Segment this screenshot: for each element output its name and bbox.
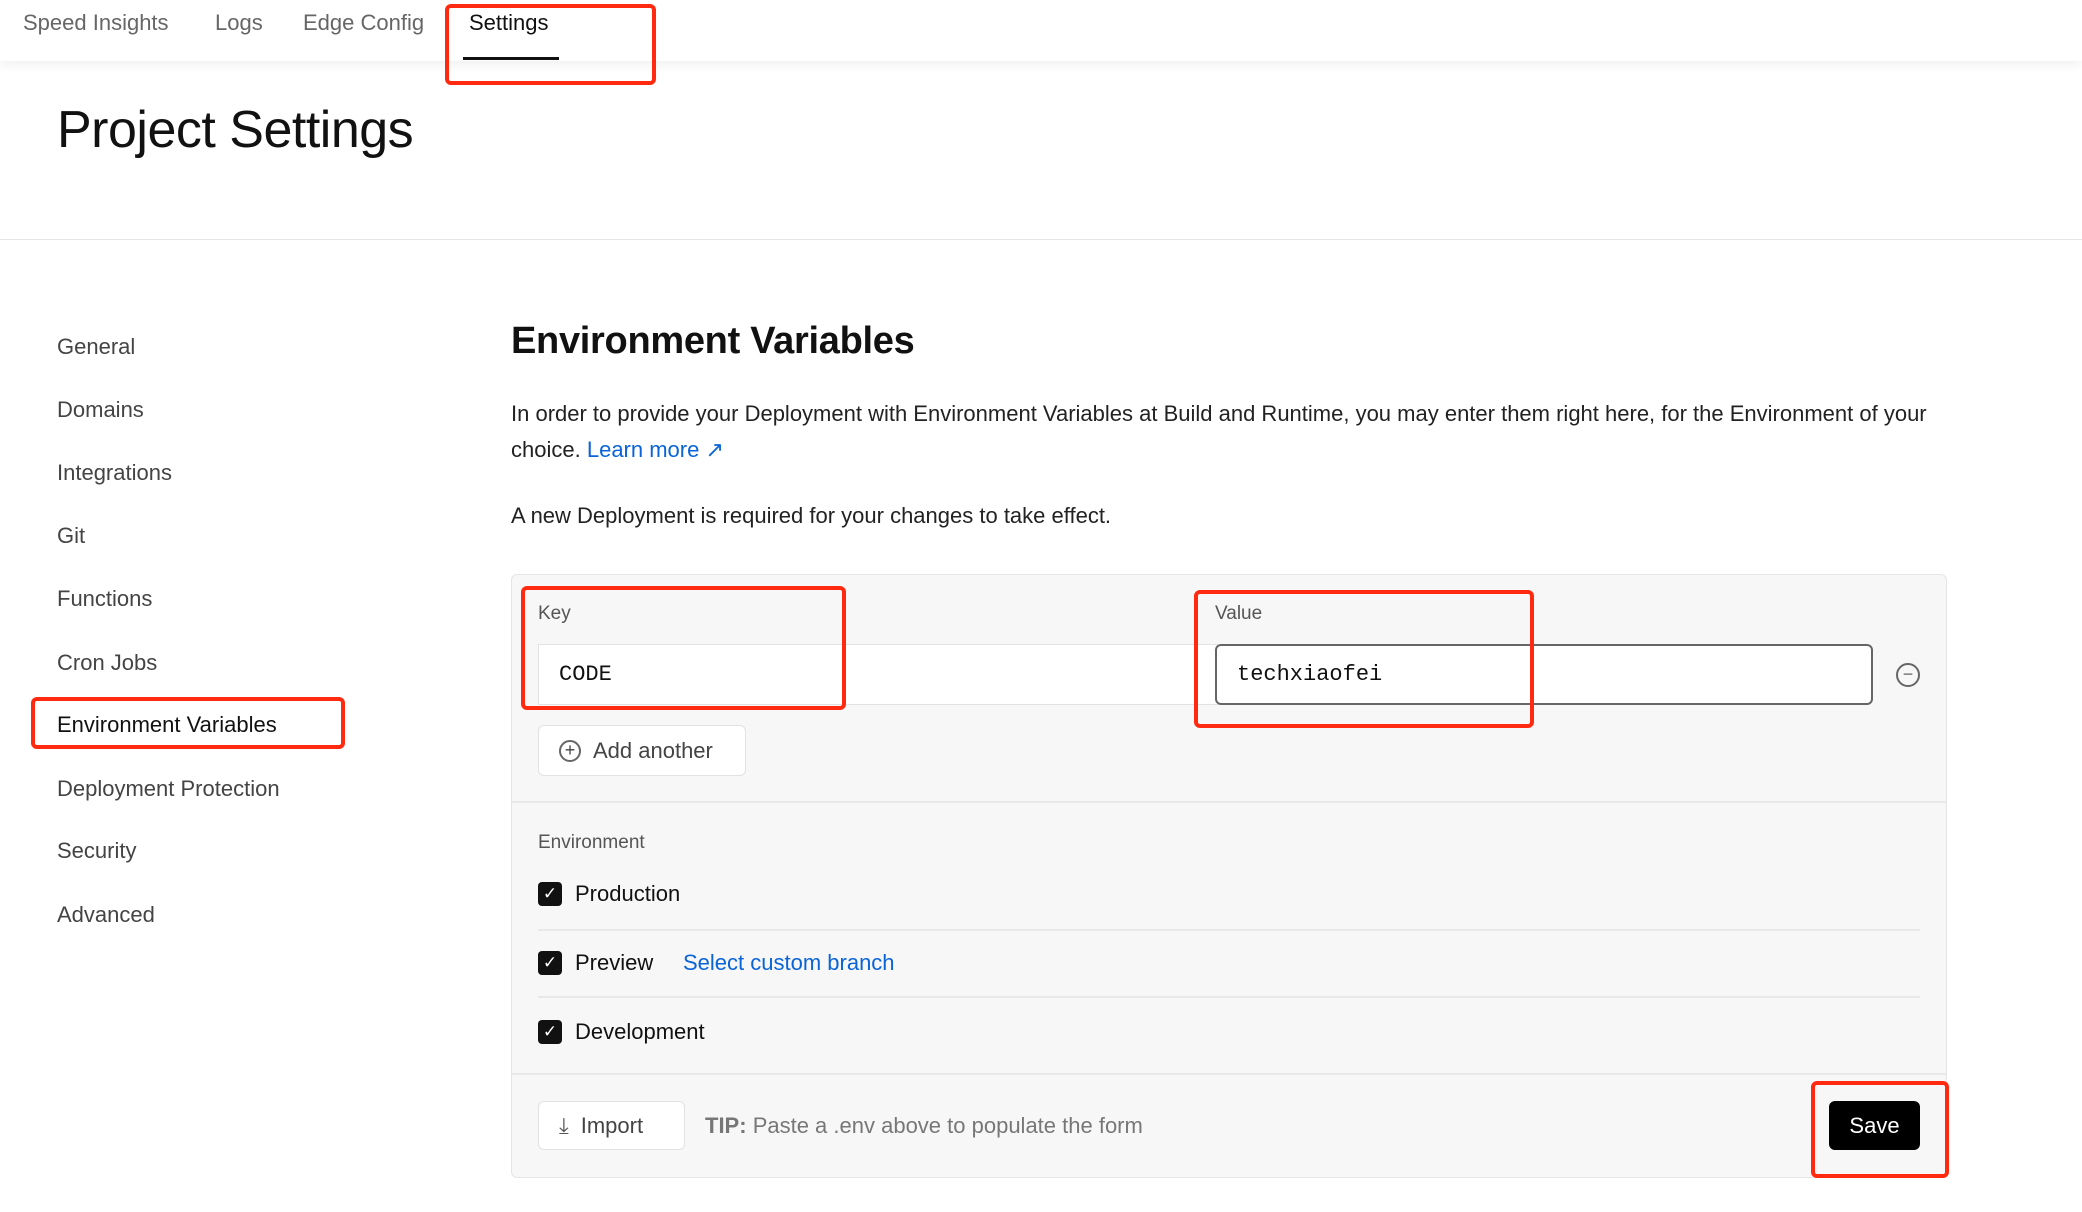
production-label: Production — [575, 881, 681, 906]
tip-body: Paste a .env above to populate the form — [752, 1113, 1143, 1138]
sidebar-item-advanced[interactable]: Advanced — [57, 902, 155, 928]
preview-label: Preview — [575, 950, 654, 975]
highlight-box-save — [1811, 1081, 1949, 1178]
highlight-box-value — [1194, 590, 1534, 728]
sidebar-item-integrations[interactable]: Integrations — [57, 460, 172, 486]
page-title: Project Settings — [57, 101, 414, 159]
download-icon: ⤓ — [559, 1112, 569, 1138]
tab-logs[interactable]: Logs — [215, 10, 263, 36]
top-nav: Speed Insights Logs Edge Config Settings — [0, 0, 2082, 61]
plus-circle-icon: + — [559, 739, 581, 762]
section-title: Environment Variables — [511, 320, 915, 362]
highlight-box-settings — [445, 4, 656, 85]
footer-divider — [512, 1073, 1946, 1075]
sidebar-item-git[interactable]: Git — [57, 523, 85, 549]
production-checkbox[interactable]: ✓ — [538, 882, 562, 906]
header-divider — [0, 239, 2082, 240]
sidebar-item-domains[interactable]: Domains — [57, 397, 144, 423]
remove-variable-icon[interactable]: − — [1896, 663, 1920, 687]
import-button[interactable]: ⤓ Import — [538, 1101, 685, 1150]
sidebar-item-security[interactable]: Security — [57, 838, 136, 864]
sidebar-item-deployment-protection[interactable]: Deployment Protection — [57, 776, 280, 802]
import-label: Import — [580, 1112, 644, 1138]
environment-label: Environment — [538, 832, 645, 853]
development-label: Development — [575, 1019, 705, 1044]
tip-text: TIP: Paste a .env above to populate the … — [705, 1113, 1143, 1139]
add-another-label: Add another — [593, 737, 713, 763]
add-another-button[interactable]: + Add another — [538, 725, 746, 776]
learn-more-link[interactable]: Learn more ↗ — [587, 437, 724, 462]
external-link-icon: ↗ — [705, 437, 724, 462]
highlight-box-env-vars — [31, 697, 345, 749]
preview-checkbox[interactable]: ✓ — [538, 951, 562, 975]
sidebar-item-general[interactable]: General — [57, 334, 135, 360]
tab-edge-config[interactable]: Edge Config — [303, 10, 424, 36]
highlight-box-key — [521, 586, 846, 710]
section-description: In order to provide your Deployment with… — [511, 396, 1951, 468]
sidebar-item-cron-jobs[interactable]: Cron Jobs — [57, 650, 157, 676]
select-custom-branch-link[interactable]: Select custom branch — [683, 950, 895, 976]
sidebar-item-functions[interactable]: Functions — [57, 586, 152, 612]
env-divider — [538, 929, 1920, 931]
learn-more-label: Learn more — [586, 437, 700, 462]
tab-speed-insights[interactable]: Speed Insights — [23, 10, 169, 36]
tip-prefix: TIP: — [705, 1113, 747, 1138]
development-checkbox[interactable]: ✓ — [538, 1020, 562, 1044]
form-divider — [512, 801, 1946, 803]
env-divider — [538, 996, 1920, 998]
deployment-note: A new Deployment is required for your ch… — [511, 503, 1112, 528]
